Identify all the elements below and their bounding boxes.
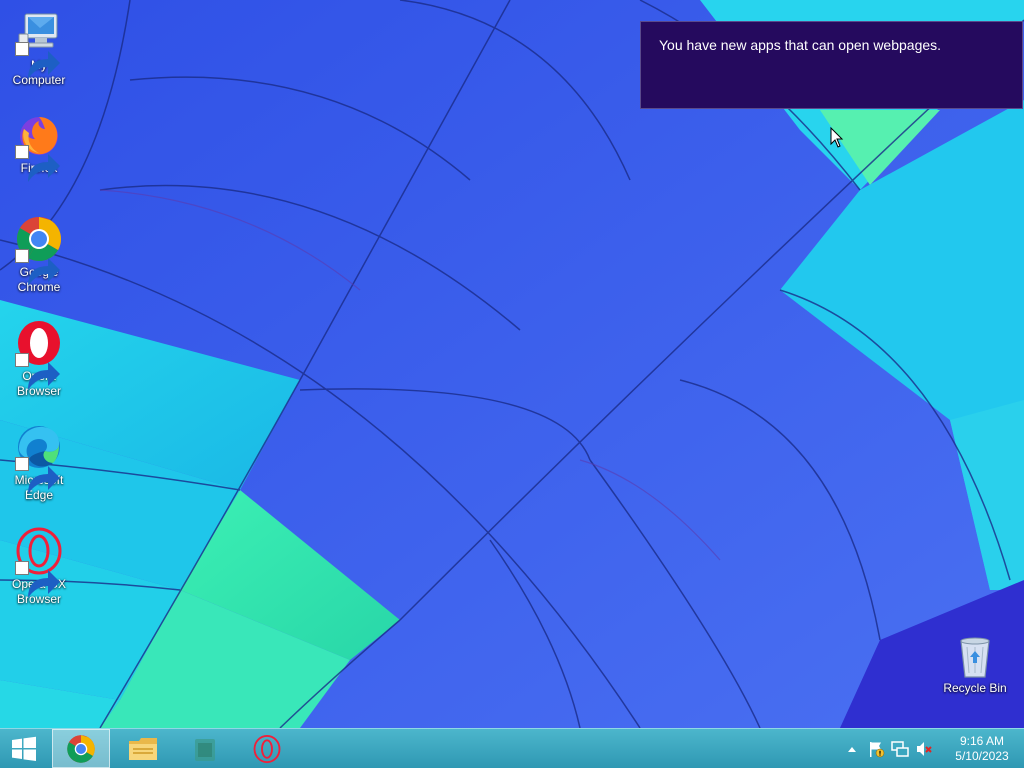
shortcut-arrow-icon [15,353,60,390]
shortcut-arrow-icon [15,249,60,286]
clock[interactable]: 9:16 AM 5/10/2023 [946,734,1018,764]
desktop-icon-opera-browser[interactable]: Opera Browser [1,319,77,399]
mouse-cursor-icon [830,127,844,148]
folder-icon [129,737,157,760]
shortcut-arrow-icon [15,457,60,494]
desktop-icon-google-chrome[interactable]: Google Chrome [1,215,77,295]
shortcut-arrow-icon [15,561,60,598]
desktop-icon-firefox[interactable]: Firefox [1,111,77,182]
volume-muted-icon [917,741,932,756]
recycle-bin-icon [951,631,999,679]
desktop-icon-opera-gx-browser[interactable]: Opera GX Browser [1,527,77,607]
taskbar-chrome-button[interactable] [52,729,110,768]
show-hidden-icons-button[interactable] [841,738,863,760]
firefox-icon [15,111,63,182]
clock-date: 5/10/2023 [955,748,1009,763]
desktop-icon-recycle-bin[interactable]: Recycle Bin [937,631,1013,696]
wallpaper [0,0,1024,728]
action-center-button[interactable] [865,738,887,760]
flag-icon [870,741,885,757]
clock-time: 9:16 AM [959,733,1005,748]
volume-button[interactable] [913,738,935,760]
shortcut-arrow-icon [15,42,60,79]
desktop-icon-my-computer[interactable]: My Computer [1,8,77,88]
app-icon [195,738,215,761]
chrome-icon [15,215,63,286]
system-tray: 9:16 AM 5/10/2023 [840,729,1024,768]
desktop: My Computer Firefox [0,0,1024,728]
desktop-icon-microsoft-edge[interactable]: Microsoft Edge [1,423,77,503]
taskbar: 9:16 AM 5/10/2023 [0,728,1024,768]
taskbar-opera-gx-button[interactable] [238,729,296,768]
desktop-icon-label: Recycle Bin [943,681,1007,695]
network-icon [891,740,909,757]
shortcut-arrow-icon [15,145,60,182]
opera-icon [15,319,63,390]
taskbar-app-button[interactable] [176,729,234,768]
start-button[interactable] [0,729,48,768]
opera-gx-icon [253,734,281,763]
taskbar-file-explorer-button[interactable] [114,729,172,768]
network-button[interactable] [889,738,911,760]
edge-icon [15,423,63,494]
windows-logo-icon [12,736,36,761]
chevron-up-icon [848,746,856,752]
chrome-icon [67,734,95,763]
notification-message: You have new apps that can open webpages… [659,37,942,53]
notification-toast[interactable]: You have new apps that can open webpages… [640,21,1023,109]
opera-gx-icon [15,527,63,598]
computer-icon [15,8,63,79]
